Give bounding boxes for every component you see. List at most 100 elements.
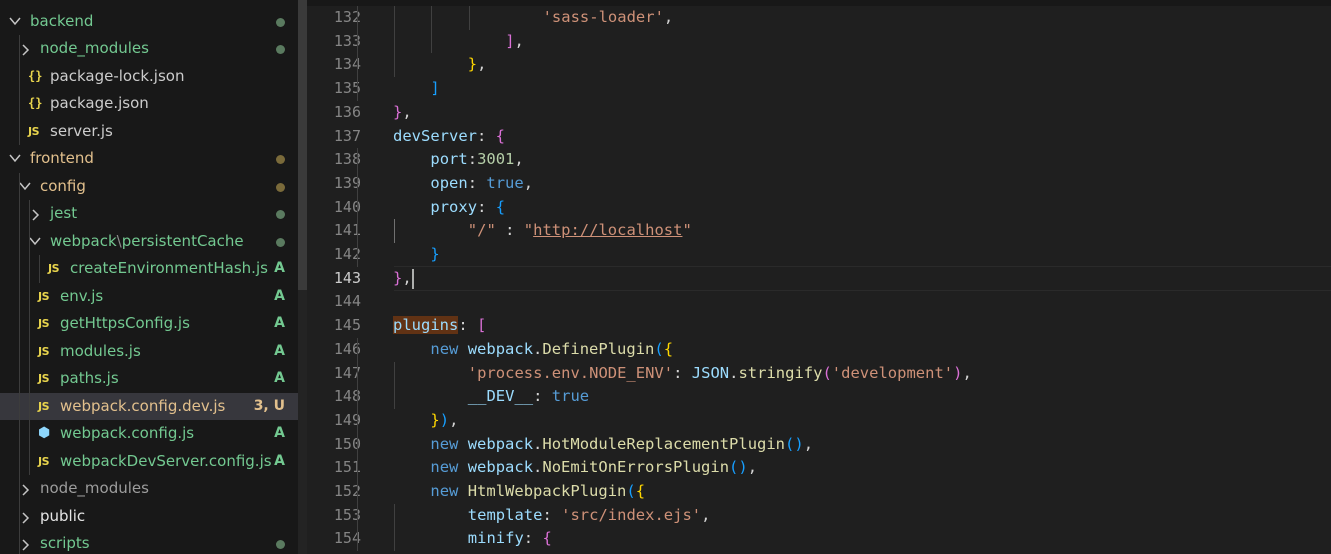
git-status-badge: A xyxy=(274,260,285,276)
code-line[interactable]: proxy: { xyxy=(430,196,505,220)
code-token: new xyxy=(430,458,468,477)
code-token: new xyxy=(430,339,468,358)
code-token: , xyxy=(402,268,412,287)
tree-folder[interactable]: node_modules xyxy=(0,475,307,503)
chevron-right-icon[interactable] xyxy=(18,530,32,554)
tree-item-label: scripts xyxy=(40,534,90,552)
code-token: ( xyxy=(626,482,636,500)
tree-folder[interactable]: webpack\persistentCache xyxy=(0,228,307,256)
chevron-down-icon[interactable] xyxy=(8,8,22,37)
tree-file[interactable]: JS server.js xyxy=(0,118,307,146)
code-token: () xyxy=(785,434,804,453)
code-line[interactable]: ], xyxy=(505,30,524,54)
tree-folder[interactable]: config xyxy=(0,173,307,201)
code-token: { xyxy=(542,529,552,548)
tree-file[interactable]: JS webpackDevServer.config.js A xyxy=(0,448,307,476)
tree-file[interactable]: JS createEnvironmentHash.js A xyxy=(0,255,307,283)
code-token: } xyxy=(430,245,440,263)
code-line[interactable]: port:3001, xyxy=(430,148,523,172)
code-token: http://localhost xyxy=(533,221,683,240)
tree-folder[interactable]: frontend xyxy=(0,145,307,173)
code-line[interactable]: 'process.env.NODE_ENV': JSON.stringify('… xyxy=(468,362,972,386)
code-token: : xyxy=(542,505,562,524)
tree-item-label: webpack.config.js xyxy=(60,424,195,442)
tree-item-label: webpackDevServer.config.js xyxy=(60,451,272,470)
webpack-file-icon: ⬢ xyxy=(38,425,51,441)
tree-file[interactable]: JS webpack.config.dev.js 3, U xyxy=(0,392,307,420)
tree-item-label: node_modules xyxy=(40,39,149,57)
code-line[interactable]: }, xyxy=(393,101,412,125)
code-token: ( xyxy=(822,363,832,382)
tree-item-label: paths.js xyxy=(60,369,119,387)
code-line[interactable]: plugins: [ xyxy=(393,314,486,338)
tree-folder[interactable]: backend xyxy=(0,8,307,36)
code-line[interactable]: new webpack.HotModuleReplacementPlugin()… xyxy=(430,433,813,457)
tree-file[interactable]: JS env.js A xyxy=(0,283,307,311)
git-status-dot xyxy=(276,540,285,549)
tree-folder[interactable]: scripts xyxy=(0,530,307,554)
sidebar-scrollbar[interactable] xyxy=(298,0,307,554)
javascript-file-icon: JS xyxy=(38,454,50,468)
line-number: 148 xyxy=(333,387,361,406)
tree-item-label: env.js xyxy=(60,286,104,305)
code-indent-guide xyxy=(356,6,358,101)
tree-folder[interactable]: public xyxy=(0,503,307,531)
javascript-file-icon: JS xyxy=(38,399,50,413)
code-token: : xyxy=(458,316,477,335)
line-number: 144 xyxy=(333,292,361,311)
tree-file[interactable]: {} package-lock.json xyxy=(0,63,307,91)
code-token: HotModuleReplacementPlugin xyxy=(542,434,786,453)
git-status-dot xyxy=(276,210,285,219)
code-token: proxy xyxy=(430,197,478,216)
code-line[interactable]: template: 'src/index.ejs', xyxy=(468,504,711,528)
line-number: 154 xyxy=(333,529,361,548)
git-status-dot xyxy=(276,182,285,192)
code-line[interactable]: 'sass-loader', xyxy=(543,6,674,30)
line-number: 134 xyxy=(333,55,361,74)
tree-file[interactable]: {} package.json xyxy=(0,90,307,118)
tree-folder[interactable]: jest xyxy=(0,200,307,228)
code-line[interactable]: new webpack.DefinePlugin({ xyxy=(430,338,673,362)
code-token: DefinePlugin xyxy=(542,339,655,358)
editor-breadcrumb-strip xyxy=(307,0,1331,6)
tree-file[interactable]: JS paths.js A xyxy=(0,365,307,393)
code-token: " xyxy=(682,221,692,240)
code-line[interactable]: devServer: { xyxy=(393,125,505,149)
code-token: [ xyxy=(477,316,487,335)
code-token: : xyxy=(673,363,692,382)
chevron-down-icon[interactable] xyxy=(8,145,22,174)
code-line[interactable]: new webpack.NoEmitOnErrorsPlugin(), xyxy=(430,456,757,480)
tree-item-label: webpack xyxy=(50,231,117,250)
chevron-down-icon[interactable] xyxy=(18,173,32,202)
code-token: , xyxy=(747,458,758,477)
code-line[interactable]: "/" : "http://localhost" xyxy=(468,219,692,243)
line-number: 135 xyxy=(333,79,361,98)
tree-folder[interactable]: node_modules xyxy=(0,35,307,63)
code-line[interactable]: }, xyxy=(468,53,487,77)
tree-item-label: frontend xyxy=(30,149,94,167)
code-editor[interactable]: 132 133 134 135 136 137 138 139 140 141 142 143 144 1… xyxy=(307,0,1331,554)
code-line[interactable]: ] xyxy=(430,77,439,101)
line-number: 140 xyxy=(333,197,361,216)
code-line[interactable]: }, xyxy=(393,267,412,291)
line-number: 142 xyxy=(333,245,361,263)
sidebar-scrollbar-thumb[interactable] xyxy=(298,0,307,290)
code-token: () xyxy=(729,458,748,477)
git-status-badge: 3, U xyxy=(253,397,285,414)
tree-item-label-continued: persistentCache xyxy=(121,231,244,250)
code-line[interactable]: } xyxy=(430,243,439,267)
tree-file[interactable]: ⬢ webpack.config.js A xyxy=(0,420,307,448)
code-line[interactable]: new HtmlWebpackPlugin({ xyxy=(430,480,645,504)
code-token: true xyxy=(486,173,524,192)
tree-item-label: server.js xyxy=(50,121,113,140)
code-token: ( xyxy=(654,339,664,358)
code-line[interactable]: }), xyxy=(430,409,458,433)
git-status-dot xyxy=(276,155,285,164)
chevron-down-icon[interactable] xyxy=(28,228,42,257)
tree-file[interactable]: JS getHttpsConfig.js A xyxy=(0,310,307,338)
code-line[interactable]: open: true, xyxy=(430,172,533,196)
code-token: template xyxy=(467,505,543,524)
tree-file[interactable]: JS modules.js A xyxy=(0,338,307,366)
code-line[interactable]: minify: { xyxy=(468,527,552,551)
code-line[interactable]: __DEV__: true xyxy=(468,385,589,409)
